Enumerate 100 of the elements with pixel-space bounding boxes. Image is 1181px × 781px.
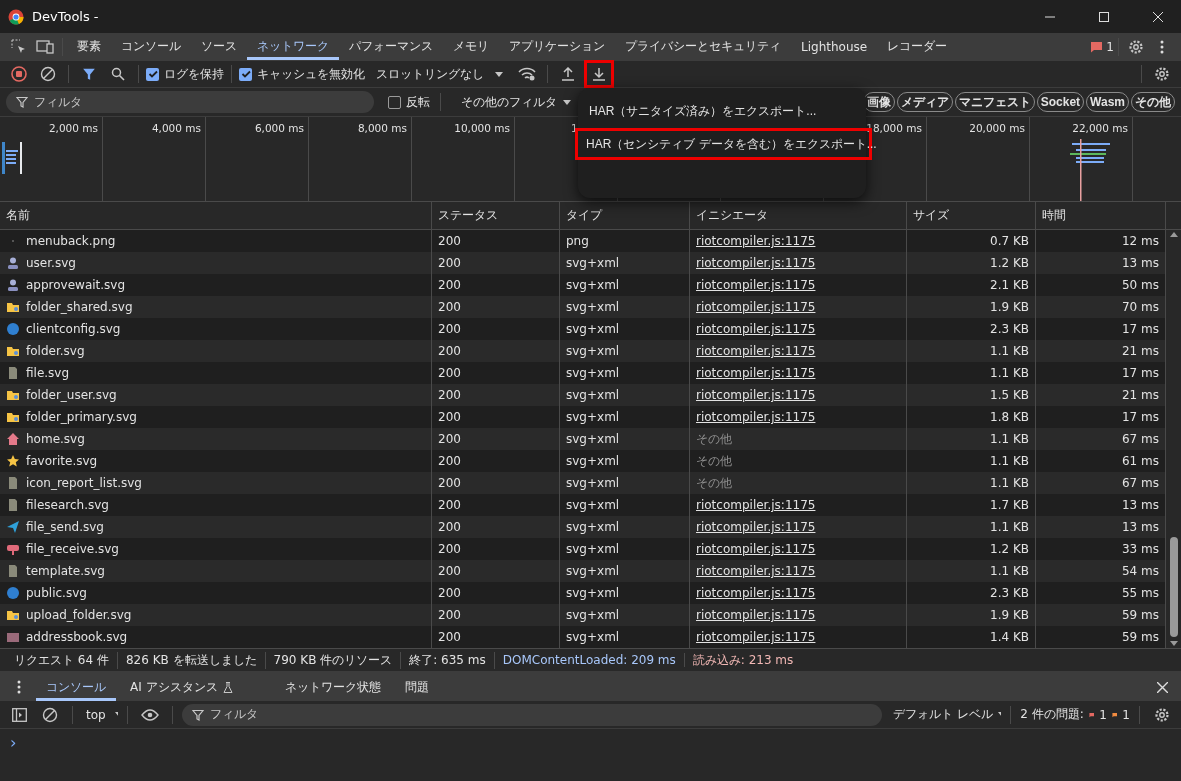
panel-tab[interactable]: プライバシーとセキュリティ	[615, 33, 791, 60]
column-header[interactable]: サイズ	[907, 202, 1036, 229]
file-name[interactable]: folder_primary.svg	[26, 410, 137, 424]
scroll-down-icon[interactable]	[1169, 641, 1178, 646]
table-cell: 21 ms	[1121, 388, 1159, 402]
table-cell: svg+xml	[566, 476, 620, 490]
initiator-link[interactable]: riotcompiler.js:1175	[696, 322, 816, 336]
home-icon	[6, 432, 20, 446]
filter-icon	[82, 67, 96, 81]
initiator-link[interactable]: riotcompiler.js:1175	[696, 410, 816, 424]
table-cell: 21 ms	[1121, 344, 1159, 358]
file-name[interactable]: filesearch.svg	[26, 498, 109, 512]
table-cell: svg+xml	[566, 586, 620, 600]
file-name[interactable]: file_send.svg	[26, 520, 104, 534]
table-cell: svg+xml	[566, 498, 620, 512]
drawer-tab[interactable]: ネットワーク状態	[274, 673, 391, 701]
file-name[interactable]: approvewait.svg	[26, 278, 126, 292]
folder-icon	[6, 608, 20, 622]
more-filters-dropdown[interactable]: その他のフィルタ	[461, 93, 557, 111]
file-name[interactable]: home.svg	[26, 432, 85, 446]
console-prompt[interactable]: ›	[10, 733, 17, 752]
table-cell: 55 ms	[1121, 586, 1159, 600]
panel-tab[interactable]: ソース	[191, 33, 247, 60]
export-button[interactable]	[584, 60, 614, 88]
settings-icon	[1154, 706, 1170, 723]
panel-tab[interactable]: Lighthouse	[791, 33, 878, 60]
cursor-icon	[11, 38, 27, 55]
column-header[interactable]: 名前	[0, 202, 432, 229]
initiator-link[interactable]: riotcompiler.js:1175	[696, 344, 816, 358]
checkbox[interactable]	[388, 95, 401, 109]
initiator-link[interactable]: riotcompiler.js:1175	[696, 608, 816, 622]
scroll-up-icon[interactable]	[1169, 232, 1178, 237]
initiator-link[interactable]: riotcompiler.js:1175	[696, 520, 816, 534]
initiator-link[interactable]: riotcompiler.js:1175	[696, 388, 816, 402]
dropdown-caret-icon	[563, 99, 571, 105]
initiator-link[interactable]: riotcompiler.js:1175	[696, 300, 816, 314]
file-name[interactable]: template.svg	[26, 564, 105, 578]
file-icon	[6, 366, 20, 380]
mailbox-icon	[6, 542, 20, 556]
table-cell: 200	[438, 586, 461, 600]
panel-tab[interactable]: コンソール	[111, 33, 191, 60]
table-cell: 200	[438, 388, 461, 402]
file-name[interactable]: icon_report_list.svg	[26, 476, 142, 490]
initiator-link[interactable]: riotcompiler.js:1175	[696, 498, 816, 512]
drawer-tab[interactable]: 問題	[394, 673, 439, 701]
drawer-tab[interactable]: AI アシスタンス	[120, 673, 243, 701]
panel-tab[interactable]: 要素	[67, 33, 111, 60]
summary-text: リクエスト 64 件	[6, 651, 118, 669]
panel-tab[interactable]: メモリ	[443, 33, 499, 60]
file-name[interactable]: folder.svg	[26, 344, 85, 358]
warning-count: 1	[1122, 707, 1130, 722]
initiator-link[interactable]: riotcompiler.js:1175	[696, 542, 816, 556]
initiator-link[interactable]: riotcompiler.js:1175	[696, 234, 816, 248]
throttling-dropdown[interactable]: スロットリングなし	[376, 65, 492, 83]
checkbox-label: キャッシュを無効化	[257, 65, 365, 83]
initiator-link[interactable]: riotcompiler.js:1175	[696, 366, 816, 380]
table-cell: svg+xml	[566, 630, 620, 644]
panel-tab[interactable]: アプリケーション	[499, 33, 615, 60]
initiator-link[interactable]: riotcompiler.js:1175	[696, 256, 816, 270]
error-count: 1	[1099, 707, 1107, 722]
file-name[interactable]: user.svg	[26, 256, 76, 270]
checkbox[interactable]	[146, 67, 159, 81]
table-cell: 1.1 KB	[990, 366, 1029, 380]
context-dropdown[interactable]: top	[82, 707, 110, 722]
file-name[interactable]: clientconfig.svg	[26, 322, 121, 336]
initiator-link[interactable]: riotcompiler.js:1175	[696, 586, 816, 600]
table-cell: 59 ms	[1121, 630, 1159, 644]
file-name[interactable]: addressbook.svg	[26, 630, 128, 644]
column-header[interactable]: タイプ	[560, 202, 690, 229]
eye-icon	[141, 708, 160, 721]
filter-field[interactable]: フィルタ	[6, 91, 374, 113]
file-name[interactable]: folder_shared.svg	[26, 300, 133, 314]
file-name[interactable]: upload_folder.svg	[26, 608, 132, 622]
summary-text: 790 KB 件のリソース	[265, 651, 402, 669]
console-filter-field[interactable]: フィルタ	[182, 703, 883, 726]
sidebar-icon	[11, 707, 27, 722]
search-icon	[111, 67, 125, 81]
column-header[interactable]: ステータス	[432, 202, 560, 229]
table-cell: 17 ms	[1121, 410, 1159, 424]
file-icon	[6, 498, 20, 512]
table-cell: svg+xml	[566, 322, 620, 336]
table-cell: svg+xml	[566, 520, 620, 534]
time-tick-label: 2,000 ms	[48, 122, 98, 134]
file-name[interactable]: favorite.svg	[26, 454, 98, 468]
column-header[interactable]: 時間	[1036, 202, 1166, 229]
checkbox[interactable]	[239, 67, 252, 81]
file-name[interactable]: file.svg	[26, 366, 70, 380]
panel-tab[interactable]: レコーダー	[877, 33, 958, 60]
file-name[interactable]: folder_user.svg	[26, 388, 117, 402]
file-name[interactable]: menuback.png	[26, 234, 116, 248]
initiator-link[interactable]: riotcompiler.js:1175	[696, 564, 816, 578]
file-name[interactable]: file_receive.svg	[26, 542, 119, 556]
initiator-link[interactable]: riotcompiler.js:1175	[696, 278, 816, 292]
log-level-dropdown[interactable]: デフォルト レベル	[893, 706, 993, 723]
table-cell: 200	[438, 454, 461, 468]
scrollbar-thumb[interactable]	[1169, 537, 1178, 637]
file-name[interactable]: public.svg	[26, 586, 87, 600]
panel-tab[interactable]: パフォーマンス	[339, 33, 443, 60]
initiator-link[interactable]: riotcompiler.js:1175	[696, 630, 816, 644]
column-header[interactable]: イニシエータ	[690, 202, 907, 229]
